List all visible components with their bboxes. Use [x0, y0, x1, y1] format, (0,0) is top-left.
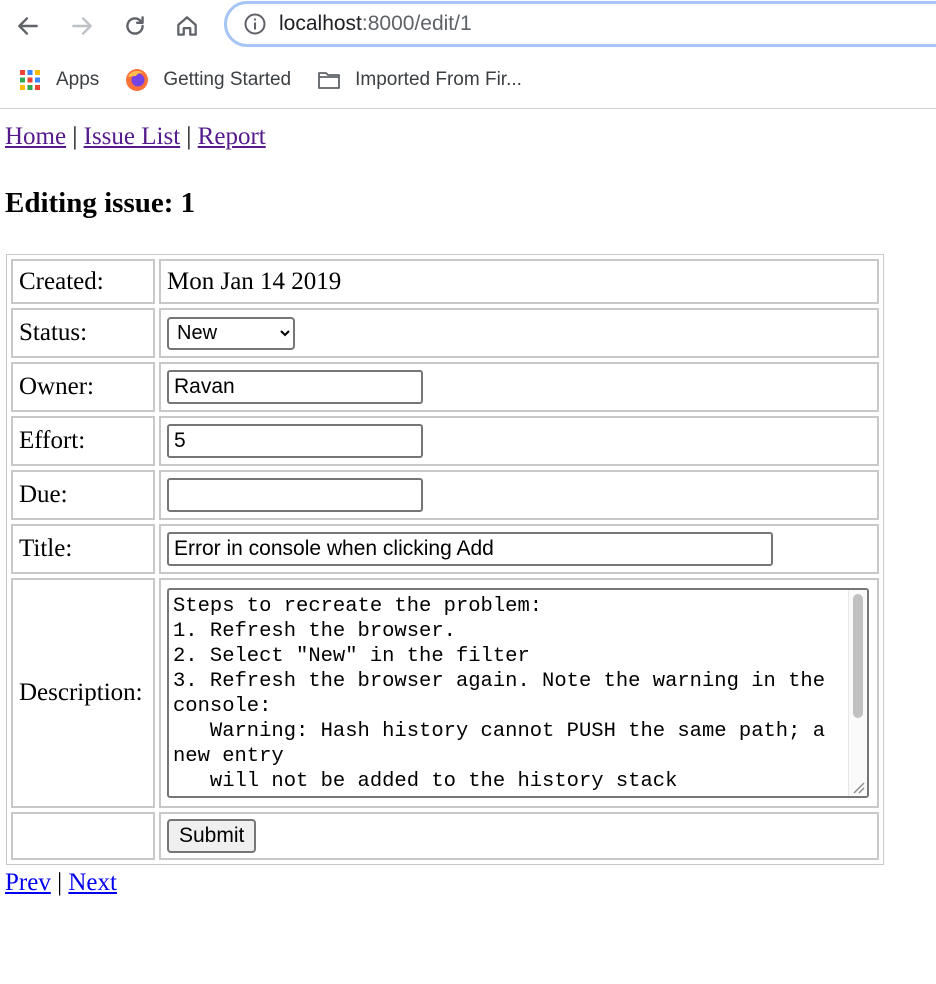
bookmark-apps[interactable]: Apps	[18, 68, 99, 92]
browser-toolbar: localhost:8000/edit/1	[0, 0, 936, 52]
url-path: :8000/edit/1	[361, 12, 472, 35]
nav-link-home[interactable]: Home	[5, 123, 66, 150]
description-scrollbar[interactable]	[848, 590, 867, 796]
owner-input[interactable]	[167, 370, 423, 404]
address-bar[interactable]: localhost:8000/edit/1	[224, 1, 936, 47]
info-icon[interactable]	[243, 12, 267, 36]
nav-link-report[interactable]: Report	[198, 123, 266, 150]
scrollbar-thumb[interactable]	[853, 594, 863, 718]
pager-navigation: Prev | Next	[5, 869, 117, 897]
form-row-created: Created: Mon Jan 14 2019	[11, 259, 879, 304]
due-cell	[159, 470, 879, 520]
description-label: Description:	[11, 578, 155, 808]
bookmark-label: Getting Started	[163, 69, 292, 90]
nav-separator: |	[186, 123, 192, 150]
reload-button[interactable]	[117, 8, 153, 44]
back-button[interactable]	[10, 8, 46, 44]
submit-button[interactable]: Submit	[167, 819, 257, 853]
title-cell	[159, 524, 879, 574]
form-row-effort: Effort:	[11, 416, 879, 466]
form-row-due: Due:	[11, 470, 879, 520]
resize-handle-icon[interactable]	[851, 780, 865, 794]
home-button[interactable]	[169, 8, 205, 44]
url-host: localhost	[279, 12, 362, 35]
form-row-title: Title:	[11, 524, 879, 574]
due-input[interactable]	[167, 478, 423, 512]
bookmarks-bar: Apps Getting Started Imported From Fir..…	[0, 52, 936, 109]
empty-cell	[11, 812, 155, 860]
description-textarea[interactable]: Steps to recreate the problem: 1. Refres…	[167, 588, 869, 798]
created-label: Created:	[11, 259, 155, 304]
pager-separator: |	[57, 869, 63, 896]
created-value: Mon Jan 14 2019	[159, 259, 879, 304]
status-select[interactable]: New	[167, 316, 295, 350]
status-label: Status:	[11, 308, 155, 358]
bookmark-imported-folder[interactable]: Imported From Fir...	[317, 68, 522, 92]
bookmark-label: Apps	[56, 69, 100, 90]
prev-link[interactable]: Prev	[5, 869, 51, 896]
form-row-submit: Submit	[11, 812, 879, 860]
effort-cell	[159, 416, 879, 466]
firefox-icon	[126, 69, 149, 91]
apps-grid-icon	[20, 70, 40, 90]
title-label: Title:	[11, 524, 155, 574]
form-row-owner: Owner:	[11, 362, 879, 412]
submit-cell: Submit	[159, 812, 879, 860]
description-cell: Steps to recreate the problem: 1. Refres…	[159, 578, 879, 808]
status-cell: New	[159, 308, 879, 358]
owner-label: Owner:	[11, 362, 155, 412]
title-input[interactable]	[167, 532, 773, 566]
url-text: localhost:8000/edit/1	[279, 12, 472, 36]
top-navigation: Home | Issue List | Report	[5, 123, 266, 151]
folder-icon	[318, 72, 341, 89]
forward-button[interactable]	[64, 8, 100, 44]
home-icon	[177, 16, 197, 36]
description-text: Steps to recreate the problem: 1. Refres…	[173, 595, 826, 793]
form-row-description: Description: Steps to recreate the probl…	[11, 578, 879, 808]
due-label: Due:	[11, 470, 155, 520]
bookmark-label: Imported From Fir...	[355, 69, 522, 90]
next-link[interactable]: Next	[68, 869, 117, 896]
owner-cell	[159, 362, 879, 412]
nav-link-issue-list[interactable]: Issue List	[84, 123, 181, 150]
arrow-right-icon	[72, 17, 92, 35]
nav-separator: |	[72, 123, 78, 150]
arrow-left-icon	[18, 17, 38, 35]
page-title: Editing issue: 1	[5, 187, 196, 219]
effort-label: Effort:	[11, 416, 155, 466]
form-row-status: Status: New	[11, 308, 879, 358]
bookmark-getting-started[interactable]: Getting Started	[125, 68, 291, 92]
issue-edit-form: Created: Mon Jan 14 2019 Status: New Own…	[6, 254, 884, 865]
reload-icon	[126, 16, 144, 35]
effort-input[interactable]	[167, 424, 423, 458]
